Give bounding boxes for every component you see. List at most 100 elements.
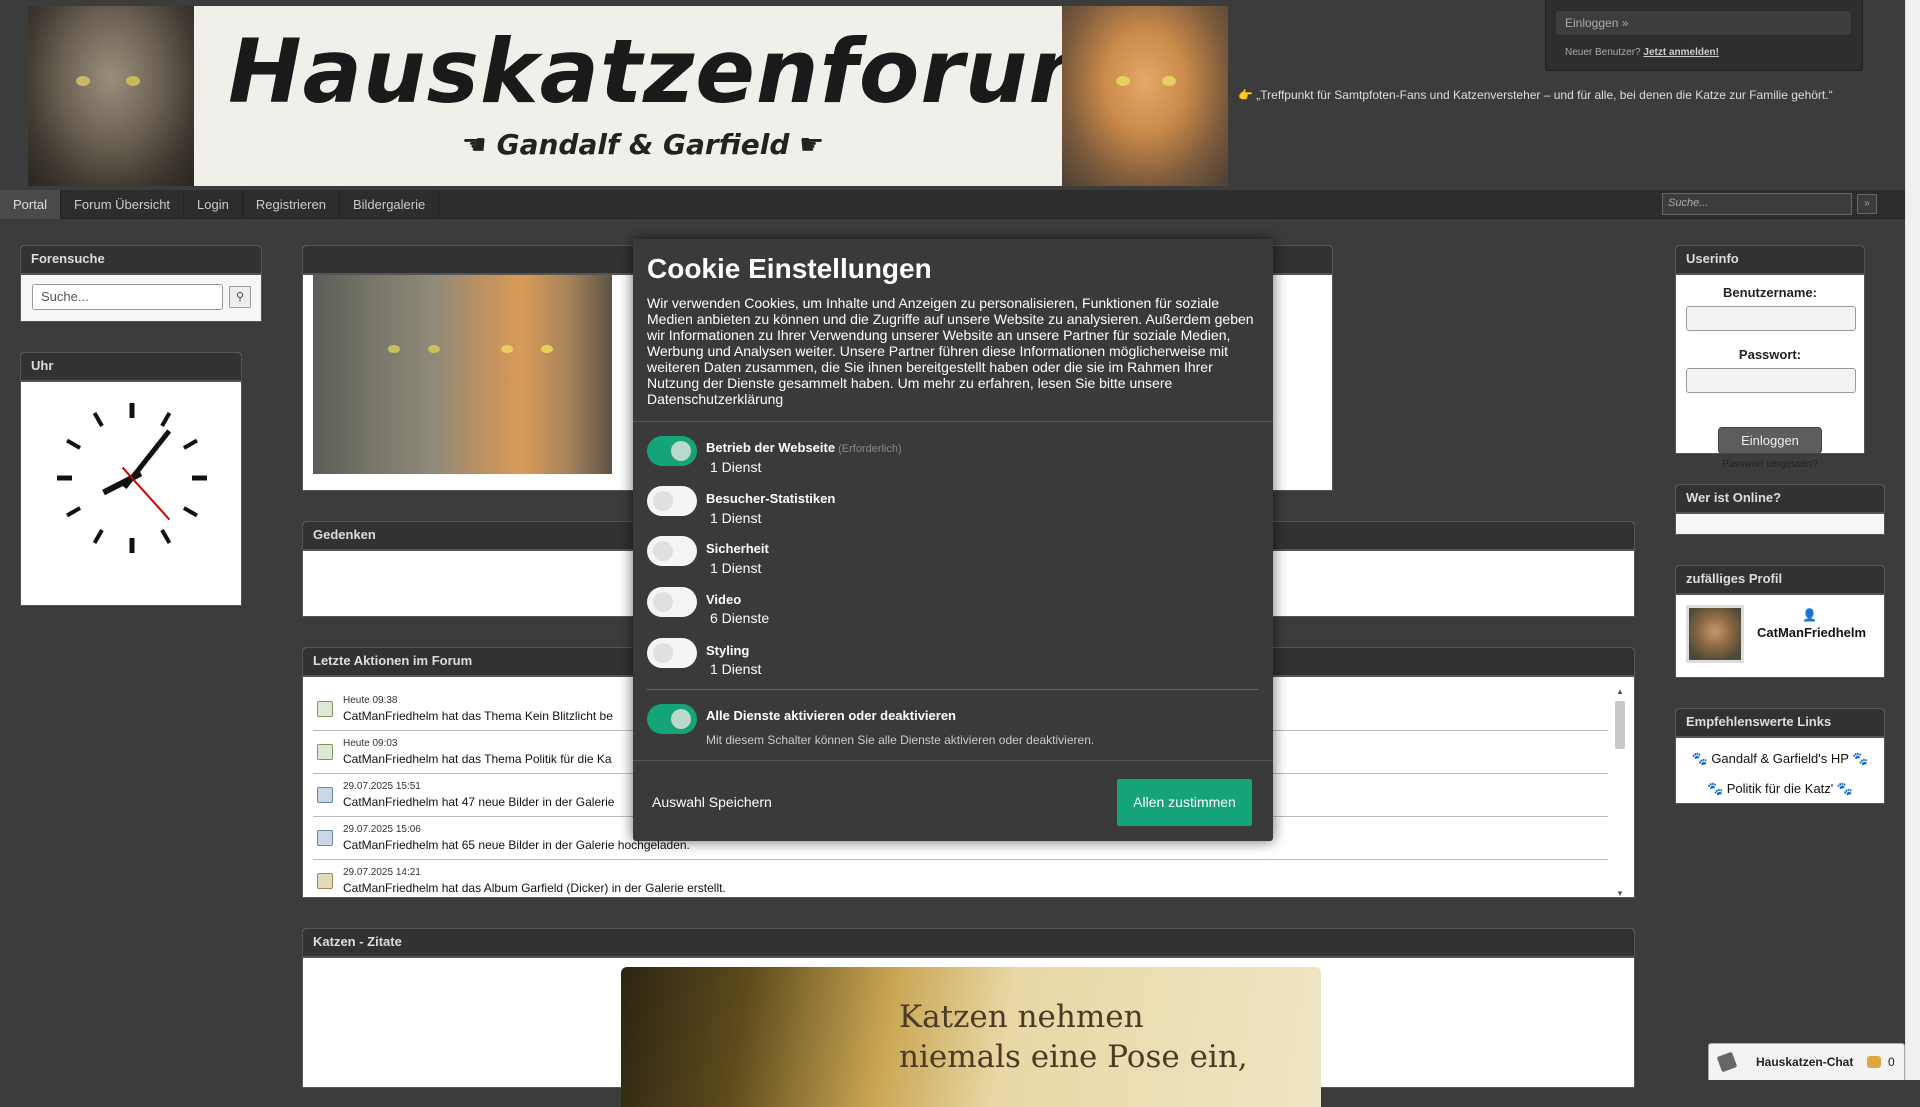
profile-username[interactable]: CatManFriedhelm (1757, 625, 1866, 640)
online-panel: Wer ist Online? (1675, 484, 1885, 535)
action-text[interactable]: CatManFriedhelm hat das Thema Kein Blitz… (343, 709, 613, 723)
login-button[interactable]: Einloggen (1718, 427, 1822, 454)
main-nav: Portal Forum Übersicht Login Registriere… (0, 190, 1905, 219)
clock-tick (92, 412, 104, 428)
scroll-up-icon[interactable]: ▲ (1614, 687, 1626, 696)
scroll-thumb[interactable] (1615, 701, 1625, 749)
new-thread-icon (317, 701, 333, 717)
action-row[interactable]: 29.07.2025 14:21 CatManFriedhelm hat das… (313, 861, 1608, 897)
banner-title: Hauskatzenforum (228, 20, 1122, 123)
divider (633, 760, 1273, 761)
userinfo-panel: Userinfo Benutzername: Passwort: Einlogg… (1675, 245, 1865, 470)
nav-search-input[interactable]: Suche... (1662, 193, 1852, 215)
category-label: Video (706, 592, 742, 607)
user-icon: 👤 (1802, 608, 1817, 622)
forensuche-title: Forensuche (21, 246, 261, 275)
zitate-panel: Katzen - Zitate Katzen nehmen niemals ei… (302, 928, 1635, 1107)
forgot-password-link[interactable]: Passwort vergessen? (1676, 459, 1864, 470)
forum-banner[interactable]: Hauskatzenforum ☚ Gandalf & Garfield ☛ (28, 6, 1228, 186)
header: Hauskatzenforum ☚ Gandalf & Garfield ☛ 👉… (0, 0, 1905, 190)
chat-bar[interactable]: Hauskatzen-Chat 0 (1708, 1043, 1905, 1080)
toggle-styling[interactable] (647, 638, 697, 668)
category-count[interactable]: 1 Dienst (710, 661, 761, 677)
toggle-all-services[interactable] (647, 704, 697, 734)
nav-item-forum-overview[interactable]: Forum Übersicht (61, 190, 185, 219)
username-field[interactable] (1686, 306, 1856, 331)
action-text[interactable]: CatManFriedhelm hat das Album Garfield (… (343, 881, 726, 895)
links-panel: Empfehlenswerte Links 🐾 Gandalf & Garfie… (1675, 708, 1885, 804)
forum-tagline: 👉 „Treffpunkt für Samtpfoten-Fans und Ka… (1238, 88, 1833, 102)
category-count[interactable]: 1 Dienst (710, 459, 761, 475)
action-date: Heute 09:03 (343, 738, 398, 749)
password-field[interactable] (1686, 368, 1856, 393)
zitate-body: Katzen nehmen niemals eine Pose ein, (303, 958, 1634, 1107)
category-label: Styling (706, 643, 750, 658)
action-text[interactable]: CatManFriedhelm hat 47 neue Bilder in de… (343, 795, 614, 809)
userinfo-body: Benutzername: Passwort: Einloggen Passwo… (1676, 275, 1864, 470)
clock-tick (160, 528, 172, 544)
forum-search-input[interactable]: Suche... (32, 284, 223, 310)
cookie-settings-dialog: Cookie Einstellungen Wir verwenden Cooki… (633, 239, 1273, 841)
chat-label[interactable]: Hauskatzen-Chat (1756, 1055, 1853, 1069)
welcome-cats-image (313, 275, 612, 474)
online-title: Wer ist Online? (1676, 485, 1884, 514)
username-label: Benutzername: (1723, 285, 1817, 300)
clock-minute-hand (122, 429, 172, 489)
action-date: Heute 09:38 (343, 695, 398, 706)
analog-clock-icon (57, 403, 207, 553)
avatar[interactable] (1686, 605, 1744, 663)
divider (647, 689, 1258, 690)
gallery-upload-icon (317, 787, 333, 803)
zitate-title: Katzen - Zitate (303, 929, 1634, 958)
link-politik-fuer-die-katz[interactable]: 🐾 Politik für die Katz' 🐾 (1676, 781, 1884, 797)
header-login-box: Einloggen » Neuer Benutzer? Jetzt anmeld… (1545, 0, 1863, 71)
clock-body (21, 382, 241, 605)
online-body (1676, 514, 1884, 534)
all-services-hint: Mit diesem Schalter können Sie alle Dien… (706, 733, 1095, 747)
cookie-description: Wir verwenden Cookies, um Inhalte und An… (647, 295, 1254, 407)
cat-quote-image: Katzen nehmen niemals eine Pose ein, (621, 967, 1321, 1107)
nav-item-gallery[interactable]: Bildergalerie (340, 190, 440, 219)
toggle-betrieb[interactable] (647, 436, 697, 466)
clock-tick (66, 506, 82, 518)
login-toggle-button[interactable]: Einloggen » (1555, 10, 1852, 36)
quote-line: niemals eine Pose ein, (899, 1039, 1248, 1075)
action-date: 29.07.2025 14:21 (343, 867, 421, 878)
forensuche-body: Suche... ⚲ (21, 275, 261, 321)
clock-second-hand (121, 466, 171, 521)
scroll-down-icon[interactable]: ▼ (1614, 889, 1626, 897)
action-text[interactable]: CatManFriedhelm hat das Thema Politik fü… (343, 752, 612, 766)
category-label: Sicherheit (706, 541, 769, 556)
toggle-besucher-statistiken[interactable] (647, 486, 697, 516)
all-services-label: Alle Dienste aktivieren oder deaktiviere… (706, 708, 956, 723)
gallery-upload-icon (317, 830, 333, 846)
toggle-sicherheit[interactable] (647, 536, 697, 566)
category-count[interactable]: 1 Dienst (710, 560, 761, 576)
nav-item-register[interactable]: Registrieren (243, 190, 340, 219)
magnifier-icon[interactable]: ⚲ (229, 286, 251, 308)
links-title: Empfehlenswerte Links (1676, 709, 1884, 738)
nav-item-portal[interactable]: Portal (0, 190, 61, 219)
album-icon (317, 873, 333, 889)
page-scrollbar[interactable] (1905, 0, 1920, 1080)
chat-user-count: 0 (1888, 1055, 1895, 1069)
category-label: Betrieb der Webseite (706, 440, 836, 455)
link-gandalf-garfield-hp[interactable]: 🐾 Gandalf & Garfield's HP 🐾 (1676, 751, 1884, 767)
clock-tick (160, 412, 172, 428)
nav-item-login[interactable]: Login (184, 190, 243, 219)
register-link[interactable]: Jetzt anmelden! (1643, 47, 1719, 58)
toggle-video[interactable] (647, 587, 697, 617)
quote-text: Katzen nehmen niemals eine Pose ein, (899, 997, 1248, 1077)
cat-photo-gandalf (28, 6, 194, 186)
clock-title: Uhr (21, 353, 241, 382)
links-body: 🐾 Gandalf & Garfield's HP 🐾 🐾 Politik fü… (1676, 738, 1884, 803)
new-user-note: Neuer Benutzer? Jetzt anmelden! (1565, 47, 1719, 58)
users-icon (1867, 1056, 1881, 1068)
category-count[interactable]: 6 Dienste (710, 610, 769, 626)
nav-search-button[interactable]: » (1857, 194, 1877, 214)
category-count[interactable]: 1 Dienst (710, 510, 761, 526)
actions-scrollbar[interactable]: ▲ ▼ (1614, 687, 1626, 897)
save-selection-button[interactable]: Auswahl Speichern (652, 794, 772, 810)
new-thread-icon (317, 744, 333, 760)
accept-all-button[interactable]: Allen zustimmen (1117, 779, 1252, 826)
